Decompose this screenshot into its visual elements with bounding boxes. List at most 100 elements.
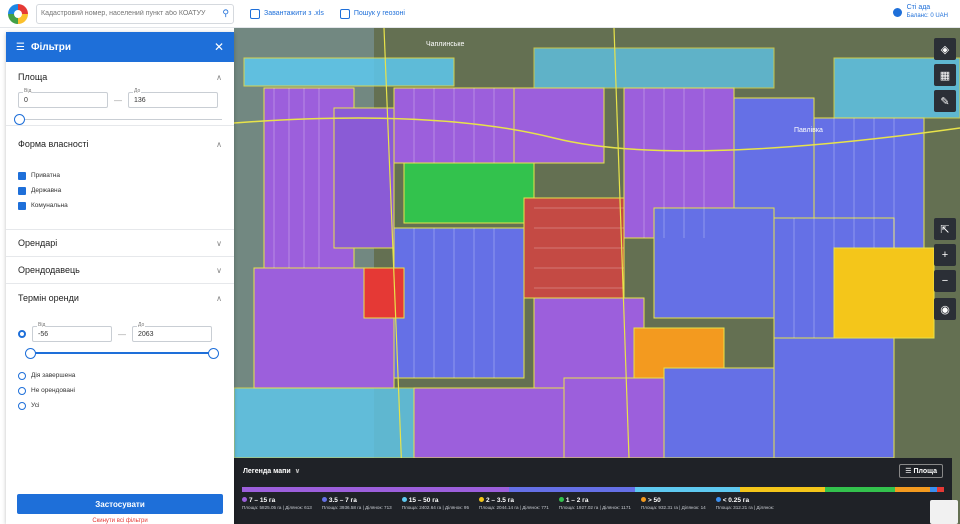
lease-slider-end-handle[interactable] [208,348,219,359]
lease-term-section: Термін оренди ∧ Від -56 — До 2063 Дія заве… [6,284,234,424]
area-slider-handle[interactable] [14,114,25,125]
lease-term-slider[interactable] [25,348,219,360]
legend-bar-segment [740,487,825,492]
legend-title[interactable]: Легенда мапи [243,468,291,475]
legend-item[interactable]: < 0.25 га Площа: 312.21 га | Ділянок: [715,497,774,510]
lease-option-not-leased[interactable]: Не орендовані [6,383,234,398]
lessees-section[interactable]: Орендарі ∨ [6,230,234,257]
checkbox[interactable] [18,201,26,210]
search-input[interactable] [41,10,223,17]
ownership-section-title: Форма власності [18,139,89,149]
legend-item[interactable]: 15 – 50 га Площа: 2402.64 га | Ділянок: 9… [401,497,469,510]
legend-range: 7 – 15 га [249,497,276,504]
reset-filters-link[interactable]: Скинути всі фільтри [6,518,234,524]
area-to-value: 136 [134,97,146,104]
range-separator: — [118,329,126,339]
chevron-down-icon[interactable]: ∨ [216,239,222,248]
geozone-search-button[interactable]: Пошук у геозоні [339,8,405,19]
legend-bar-segment [508,487,636,492]
layers-icon[interactable]: ◈ [934,38,956,60]
legend-range: 3.5 – 7 га [328,497,357,504]
radio-button[interactable] [18,401,26,410]
lessors-section-header[interactable]: Орендодавець ∨ [6,257,234,283]
area-from-value: 0 [24,97,28,104]
filter-panel: ☰ Фільтри ✕ Площа ∧ Від 0 — До 136 Форма в… [6,32,234,524]
chevron-up-icon[interactable]: ∧ [216,73,222,82]
chevron-up-icon[interactable]: ∧ [216,294,222,303]
lease-option-all[interactable]: Усі [6,398,234,413]
checkbox[interactable] [18,171,26,180]
close-icon[interactable]: ✕ [214,40,224,54]
user-name: Сті ада [906,4,931,11]
lease-term-range: Від -56 — До 2063 [6,322,234,342]
legend-item[interactable]: 3.5 – 7 га Площа: 3936.58 га | Ділянок: 7… [321,497,392,510]
lease-to-field[interactable]: До 2063 [132,322,212,342]
legend-dot [242,497,247,502]
top-bar: ⚲ Завантажити з .xls Пошук у геозоні Сті… [0,0,960,28]
area-from-field[interactable]: Від 0 [18,88,108,108]
search-box[interactable]: ⚲ [36,3,234,24]
area-button-label: Площа [913,468,937,475]
lease-from-label: Від [37,322,47,328]
area-range: Від 0 — До 136 [6,88,234,108]
user-balance: Баланс: 0 UAH [906,13,948,19]
area-to-field[interactable]: До 136 [128,88,218,108]
calendar-icon[interactable]: ▦ [934,64,956,86]
legend-dot [715,497,721,502]
zoom-out-icon[interactable]: − [934,270,956,292]
chevron-down-icon[interactable]: ∨ [216,266,222,275]
legend-item[interactable]: 2 – 3.5 га Площа: 2044.14 га | Ділянок: 7… [479,497,549,510]
ownership-option-state[interactable]: Державна [6,183,234,198]
legend-item[interactable]: 7 – 15 га Площа: 5825.05 га | Ділянок: 61… [242,497,312,510]
search-icon[interactable]: ⚲ [222,8,229,19]
legend-item[interactable]: 1 – 2 га Площа: 1927.02 га | Ділянок: 117… [558,497,631,510]
download-xls-button[interactable]: Завантажити з .xls [250,8,324,19]
ownership-option-communal[interactable]: Комунальна [6,198,234,213]
checkbox[interactable] [18,186,26,195]
locate-icon[interactable]: ◉ [934,298,956,320]
area-button[interactable]: ☰ Площа [899,464,943,478]
legend-color-bar [242,487,944,492]
lease-from-value: -56 [38,331,49,338]
ownership-option-label: Державна [31,187,62,194]
user-menu[interactable]: Сті ада Баланс: 0 UAH [892,4,948,20]
map-view[interactable]: Чаплинське Павлівка ◈ ▦ ✎ ⇱ + − ◉ [234,28,960,524]
lease-to-value: 2063 [138,331,154,338]
lessors-section[interactable]: Орендодавець ∨ [6,257,234,284]
area-slider[interactable] [14,114,222,126]
radio-button[interactable] [18,371,26,380]
lease-term-section-header[interactable]: Термін оренди ∧ [6,284,234,312]
lease-slider-start-handle[interactable] [25,348,36,359]
area-section-header[interactable]: Площа ∧ [6,62,234,92]
map-legend: Легенда мапи ∨ ☰ Площа 7 – 15 га Площа: 5… [234,458,952,524]
download-icon [250,8,260,19]
legend-bar-segment [635,487,741,492]
ruler-icon[interactable]: ✎ [934,90,956,112]
lessees-section-header[interactable]: Орендарі ∨ [6,230,234,256]
recaptcha-badge[interactable] [930,500,958,524]
ownership-option-private[interactable]: Приватна [6,168,234,183]
area-to-label: До [133,88,142,94]
zoom-in-icon[interactable]: + [934,244,956,266]
lease-option-expired[interactable]: Дія завершена [6,368,234,383]
lease-option-label: Не орендовані [31,387,75,394]
ownership-section-header[interactable]: Форма власності ∧ [6,126,234,162]
legend-item[interactable]: > 50 Площа: 932.31 га | Ділянок: 14 [640,497,706,510]
app-logo[interactable] [8,3,28,24]
chevron-up-icon[interactable]: ∧ [216,140,222,149]
user-icon [892,7,902,17]
map-parcels[interactable]: Чаплинське Павлівка [234,28,960,524]
radio-button[interactable] [18,330,26,338]
radio-button[interactable] [18,386,26,395]
lease-from-field[interactable]: Від -56 [32,322,112,342]
filter-panel-title: Фільтри [30,41,72,53]
ownership-option-label: Приватна [31,172,60,179]
chevron-down-icon[interactable]: ∨ [295,467,301,475]
filter-icon: ☰ [16,41,25,53]
legend-bar-segment [929,487,937,492]
fullscreen-icon[interactable]: ⇱ [934,218,956,240]
geozone-icon [339,8,350,19]
legend-stats: Площа: 5825.05 га | Ділянок: 613 [242,505,312,510]
apply-button[interactable]: Застосувати [17,494,223,514]
legend-dot [479,497,485,502]
